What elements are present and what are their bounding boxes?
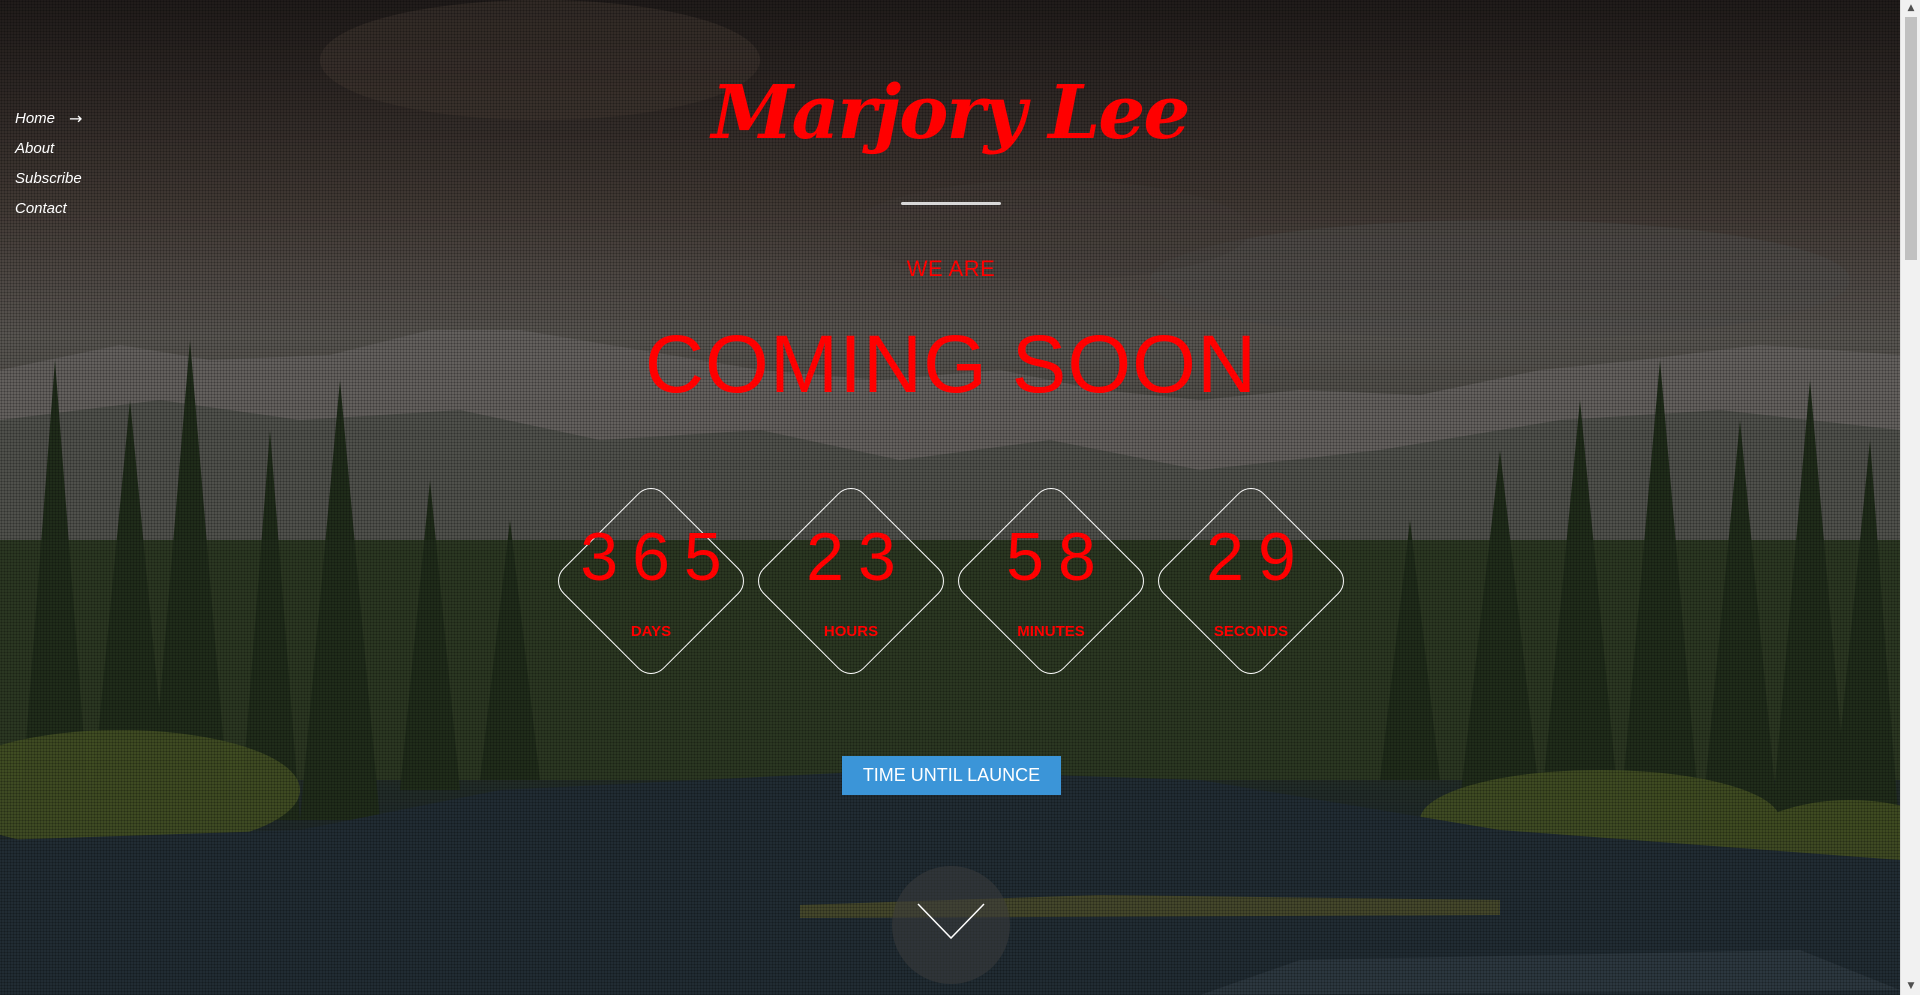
- nav-item-label: About: [15, 139, 55, 157]
- hero-headline: COMING SOON: [644, 319, 1258, 410]
- nav-item-about[interactable]: About: [15, 133, 135, 163]
- chevron-down-icon: [917, 903, 985, 940]
- launch-button[interactable]: TIME UNTIL LAUNCE: [842, 756, 1061, 795]
- countdown-days: 365 DAYS: [550, 480, 752, 682]
- page-scrollbar[interactable]: ▲ ▼: [1900, 0, 1920, 995]
- countdown-value: 365: [580, 519, 736, 595]
- countdown-label: MINUTES: [1017, 623, 1085, 640]
- countdown-label: HOURS: [823, 623, 879, 640]
- scroll-up-arrow-icon[interactable]: ▲: [1901, 0, 1920, 17]
- nav-item-subscribe[interactable]: Subscribe: [15, 163, 135, 193]
- nav-item-contact[interactable]: Contact: [15, 193, 135, 223]
- countdown-label: SECONDS: [1213, 623, 1289, 640]
- countdown-minutes: 58 MINUTES: [950, 480, 1152, 682]
- title-divider: [901, 202, 1001, 205]
- nav-item-label: Home: [15, 109, 56, 127]
- scroll-down-button[interactable]: [892, 866, 1010, 984]
- nav-item-home[interactable]: Home →: [15, 103, 135, 133]
- countdown-hours: 23 HOURS: [750, 480, 952, 682]
- nav-item-label: Contact: [15, 199, 67, 217]
- hero-tagline: WE ARE: [906, 256, 996, 281]
- brand-logo: Marjory Lee: [711, 70, 1191, 156]
- scroll-down-arrow-icon[interactable]: ▼: [1901, 978, 1920, 995]
- countdown-label: DAYS: [630, 623, 672, 640]
- nav-item-label: Subscribe: [15, 169, 82, 187]
- countdown-seconds: 29 SECONDS: [1150, 480, 1352, 682]
- countdown-value: 23: [806, 519, 910, 595]
- scroll-thumb[interactable]: [1905, 17, 1917, 260]
- countdown-value: 29: [1206, 519, 1310, 595]
- countdown-value: 58: [1006, 519, 1110, 595]
- arrow-right-icon: →: [69, 108, 83, 128]
- side-nav: Home → About Subscribe Contact: [15, 103, 135, 223]
